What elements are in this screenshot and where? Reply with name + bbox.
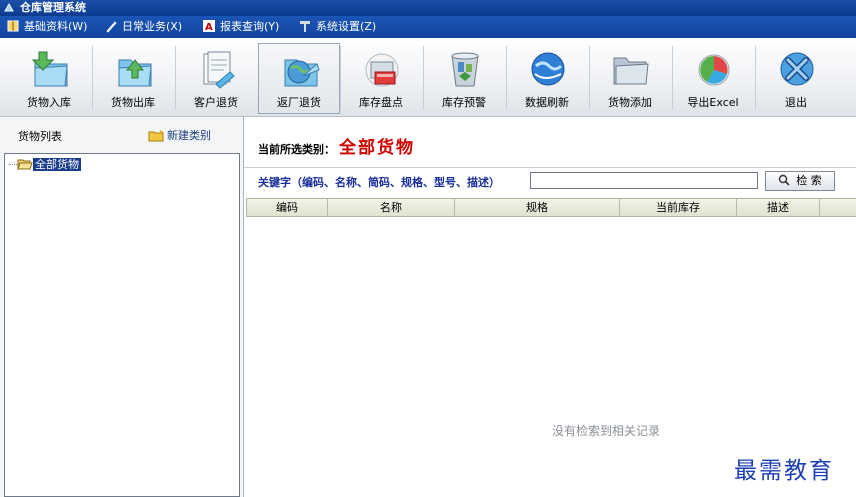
category-tree[interactable]: 全部货物 (4, 153, 240, 497)
toolbar-label: 货物添加 (608, 96, 652, 109)
search-bar: 关键字（编码、名称、简码、规格、型号、描述） 检 索 (244, 167, 856, 196)
column-header-stock[interactable]: 当前库存 (620, 199, 737, 216)
hammer-icon (300, 21, 310, 32)
globe-folder-icon (284, 59, 320, 87)
toolbar-label: 库存盘点 (359, 96, 403, 109)
current-category: 当前所选类别： 全部货物 (258, 133, 415, 158)
excel-pie-icon (698, 54, 730, 86)
menu-label: 系统设置(Z) (316, 20, 377, 33)
column-header-code[interactable]: 编码 (247, 199, 328, 216)
keyword-input[interactable] (530, 172, 758, 189)
inventory-alert-button[interactable]: 库存预警 (424, 44, 504, 112)
goods-inbound-button[interactable]: 货物入库 (9, 44, 89, 112)
window-title: 仓库管理系统 (20, 1, 86, 14)
toolbar-label: 数据刷新 (525, 96, 569, 109)
goods-list-title: 货物列表 (18, 130, 62, 143)
empty-results-message: 没有检索到相关记录 (552, 424, 661, 438)
toolbar-label: 返厂退货 (277, 96, 321, 109)
folder-in-icon (31, 51, 68, 87)
new-category-label: 新建类别 (167, 129, 211, 142)
toolbar: 货物入库 货物出库 客户退货 返厂退货 库存盘点 库存预警 数据刷新 货物添加 … (0, 38, 856, 117)
tree-line (9, 163, 17, 165)
column-header-name[interactable]: 名称 (328, 199, 455, 216)
folder-out-icon (118, 59, 152, 87)
open-folder-icon (17, 159, 33, 170)
app-icon (4, 2, 14, 12)
tree-node-label: 全部货物 (33, 158, 81, 171)
goods-list-header: 货物列表 新建类别 (0, 117, 243, 153)
data-refresh-button[interactable]: 数据刷新 (507, 44, 587, 112)
new-folder-icon (148, 130, 164, 142)
menu-label: 基础资料(W) (24, 20, 88, 33)
toolbar-label: 客户退货 (194, 96, 238, 109)
search-button-label: 检 索 (796, 174, 822, 187)
menu-bar: 基础资料(W) 日常业务(X) A 报表查询(Y) 系统设置(Z) (0, 16, 856, 38)
current-category-label: 当前所选类别： (258, 143, 335, 156)
menu-label: 报表查询(Y) (220, 20, 280, 33)
customer-return-button[interactable]: 客户退货 (176, 44, 256, 112)
exit-button[interactable]: 退出 (756, 44, 836, 112)
recycle-bin-icon (451, 52, 479, 87)
inventory-check-button[interactable]: 库存盘点 (341, 44, 421, 112)
menu-basic-data[interactable]: 基础资料(W) (6, 16, 87, 38)
toolbar-label: 导出Excel (687, 96, 739, 109)
folder-add-icon (613, 57, 649, 85)
document-return-icon (203, 51, 235, 89)
inventory-check-icon (365, 53, 399, 87)
column-header-description[interactable]: 描述 (737, 199, 820, 216)
toolbar-label: 货物出库 (111, 96, 155, 109)
refresh-globe-icon (531, 52, 565, 86)
title-bar: 仓库管理系统 (0, 0, 856, 16)
results-grid-header: 编码 名称 规格 当前库存 描述 (246, 198, 856, 217)
tree-node-all-goods[interactable]: 全部货物 (9, 156, 81, 172)
book-icon (7, 20, 19, 32)
report-icon: A (203, 20, 215, 33)
toolbar-label: 货物入库 (27, 96, 71, 109)
toolbar-label: 库存预警 (442, 96, 486, 109)
toolbar-label: 退出 (785, 96, 807, 109)
svg-text:A: A (205, 22, 213, 33)
magnifier-icon (779, 174, 790, 186)
pen-icon (106, 21, 117, 33)
watermark: 最需教育 (734, 458, 834, 484)
exit-icon (780, 52, 814, 86)
menu-daily-business[interactable]: 日常业务(X) (104, 16, 182, 38)
menu-system-settings[interactable]: 系统设置(Z) (298, 16, 376, 38)
export-excel-button[interactable]: 导出Excel (673, 44, 753, 112)
keyword-label: 关键字（编码、名称、简码、规格、型号、描述） (258, 176, 500, 189)
menu-label: 日常业务(X) (122, 20, 183, 33)
goods-search-panel: 当前所选类别： 全部货物 关键字（编码、名称、简码、规格、型号、描述） 检 索 编… (244, 117, 856, 497)
new-category-button[interactable]: 新建类别 (148, 127, 211, 143)
factory-return-button[interactable]: 返厂退货 (258, 43, 340, 114)
search-button[interactable]: 检 索 (765, 171, 835, 191)
column-header-spec[interactable]: 规格 (455, 199, 620, 216)
goods-list-panel: 货物列表 新建类别 全部货物 (0, 117, 244, 497)
goods-outbound-button[interactable]: 货物出库 (93, 44, 173, 112)
goods-add-button[interactable]: 货物添加 (590, 44, 670, 112)
menu-report-query[interactable]: A 报表查询(Y) (202, 16, 279, 38)
current-category-value: 全部货物 (339, 138, 415, 158)
